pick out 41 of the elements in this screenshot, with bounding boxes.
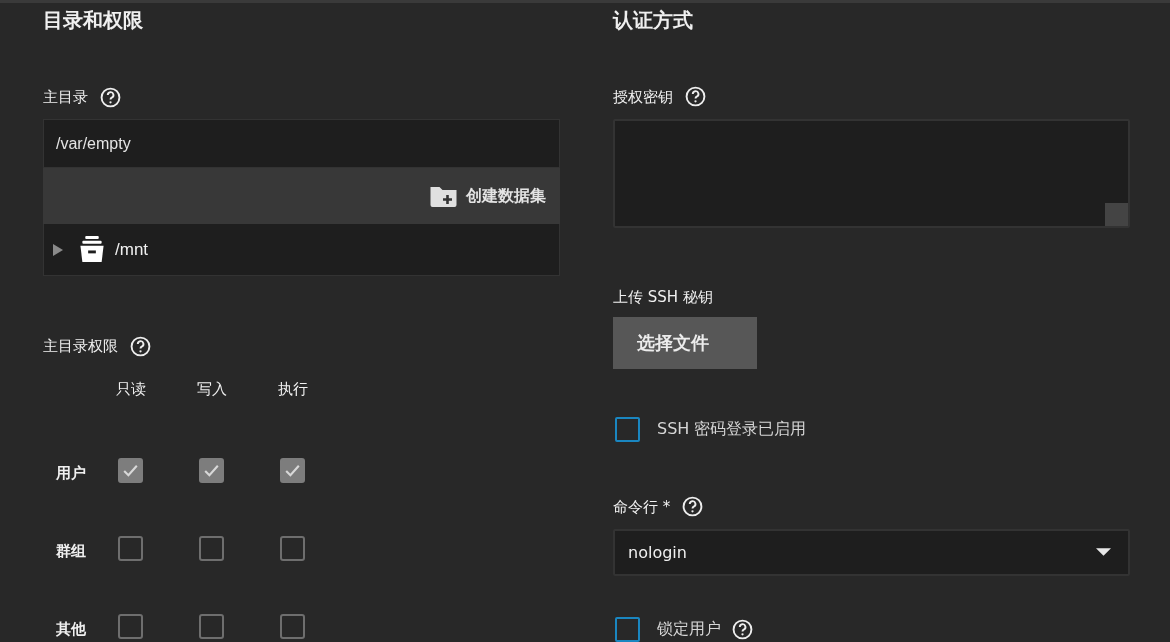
path-field[interactable]: /var/empty	[43, 119, 560, 168]
checkbox[interactable]	[118, 458, 143, 483]
field-label: 主目录权限	[43, 336, 118, 357]
column-header: 执行	[276, 380, 309, 399]
field-label: 命令行 *	[613, 496, 671, 518]
checkbox[interactable]	[199, 536, 224, 561]
checkbox-label: SSH 密码登录已启用	[657, 419, 807, 441]
help-icon[interactable]	[685, 86, 706, 108]
checkbox[interactable]	[615, 616, 640, 642]
resize-handle[interactable]	[1105, 202, 1128, 226]
checkbox[interactable]	[280, 458, 305, 483]
shell-select[interactable]: nologin	[613, 528, 1130, 577]
folder-plus-icon	[428, 184, 459, 208]
column-header: 只读	[114, 380, 147, 399]
checkbox[interactable]	[280, 614, 305, 639]
checkbox[interactable]	[199, 614, 224, 639]
column-header: 写入	[195, 380, 228, 399]
create-dataset-button[interactable]: 创建数据集	[428, 184, 546, 208]
choose-file-button[interactable]: 选择文件	[613, 316, 757, 370]
field-label: 主目录	[43, 87, 88, 108]
section-title: 认证方式	[613, 7, 693, 33]
field-label: 授权密钥	[613, 86, 673, 108]
expand-caret-icon[interactable]	[53, 243, 63, 256]
row-label: 其他	[56, 619, 87, 640]
help-icon[interactable]	[130, 335, 151, 357]
checkbox[interactable]	[280, 536, 305, 561]
dropdown-arrow-icon	[1096, 548, 1111, 557]
checkbox[interactable]	[118, 614, 143, 639]
field-label: 上传 SSH 秘钥	[613, 286, 713, 308]
section-title: 目录和权限	[43, 7, 143, 33]
checkbox[interactable]	[118, 536, 143, 561]
checkbox[interactable]	[615, 417, 640, 443]
help-icon[interactable]	[682, 496, 704, 518]
row-label: 用户	[56, 463, 87, 484]
checkbox[interactable]	[199, 458, 224, 483]
tree-item[interactable]: /mnt	[115, 239, 149, 260]
storage-icon	[79, 236, 105, 263]
checkbox-label: 锁定用户	[657, 618, 721, 640]
row-label: 群组	[56, 541, 87, 562]
help-icon[interactable]	[732, 618, 753, 640]
help-icon[interactable]	[100, 86, 121, 108]
